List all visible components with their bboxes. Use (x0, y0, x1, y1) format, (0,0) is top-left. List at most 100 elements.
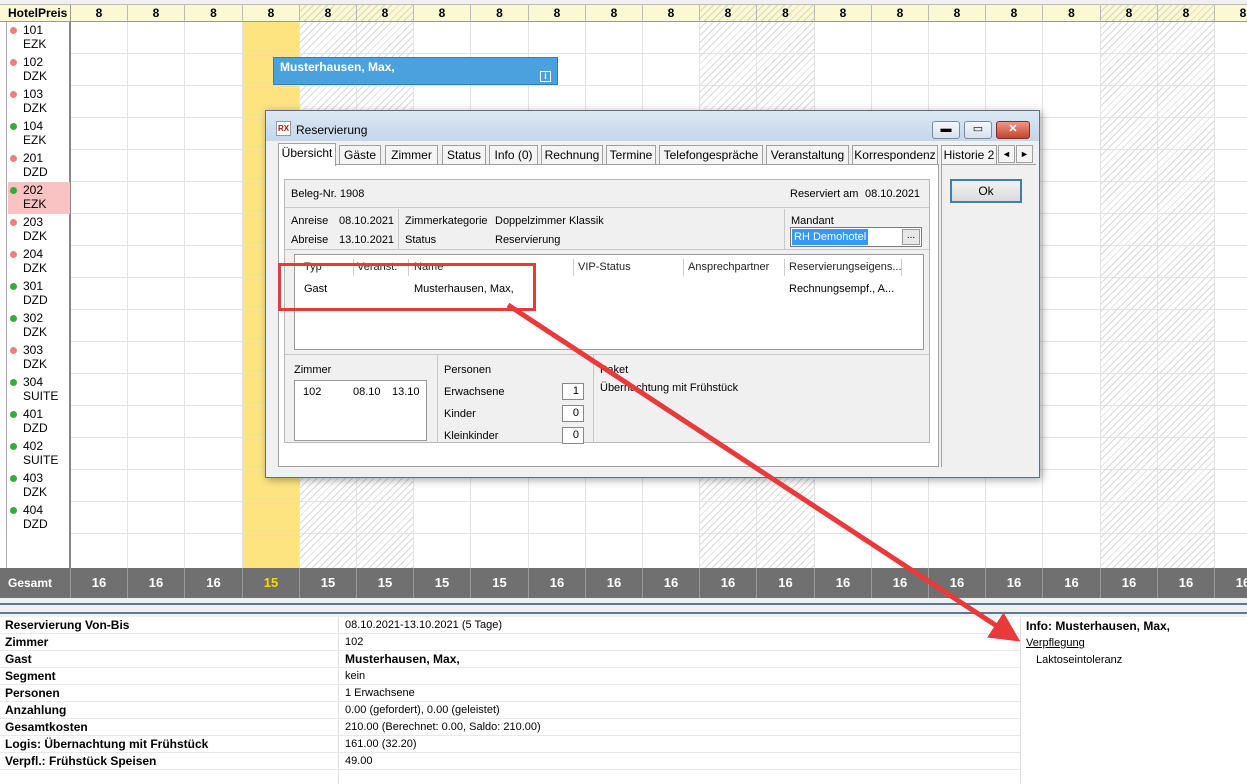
info-icon[interactable]: i (540, 71, 551, 82)
hotel-price-header: HotelPreis (0, 5, 71, 22)
tab-veranstaltung[interactable]: Veranstaltung (766, 145, 849, 165)
tab-uebersicht[interactable]: Übersicht (278, 143, 336, 166)
mandant-browse-button[interactable]: ... (902, 229, 920, 245)
total-cell: 16 (757, 568, 815, 598)
tab-info[interactable]: Info (0) (489, 145, 538, 165)
total-cell: 16 (1158, 568, 1215, 598)
total-cell: 16 (986, 568, 1043, 598)
day-column[interactable] (71, 22, 128, 568)
room-number: 201 (23, 151, 44, 165)
room-row-401[interactable]: 401 DZD (8, 406, 70, 438)
info-value: 49.00 (345, 755, 373, 767)
room-number: 103 (23, 87, 44, 101)
info-label: Reservierung Von-Bis (5, 618, 130, 632)
room-row-402[interactable]: 402 SUITE (8, 438, 70, 470)
room-category: DZK (23, 69, 47, 83)
col-sep (683, 259, 684, 276)
minimize-button[interactable]: ▬ (932, 121, 960, 139)
status-label: Status (405, 234, 437, 246)
tab-scroll-right-icon[interactable]: ► (1016, 145, 1033, 163)
close-button[interactable]: ✕ (996, 121, 1030, 139)
ok-button[interactable]: Ok (950, 179, 1022, 203)
room-row-403[interactable]: 403 DZK (8, 470, 70, 502)
col-ansprechpartner[interactable]: Ansprechpartner (688, 261, 769, 273)
zimmer-list[interactable]: 102 08.10 13.10 (294, 380, 427, 441)
room-row-202[interactable]: 202 EZK (8, 182, 70, 214)
price-header-cell: 8 (986, 5, 1043, 22)
tab-historie[interactable]: Historie 2 (941, 145, 997, 165)
anreise-value: 08.10.2021 (339, 215, 395, 227)
room-row-201[interactable]: 201 DZD (8, 150, 70, 182)
room-category: EZK (23, 37, 47, 51)
dialog-title: Reservierung (296, 123, 368, 137)
zimmer-room: 102 (303, 386, 322, 398)
price-header-cell: 8 (71, 5, 128, 22)
tab-status[interactable]: Status (442, 145, 486, 165)
room-number: 204 (23, 247, 44, 261)
room-row-104[interactable]: 104 EZK (8, 118, 70, 150)
room-row-304[interactable]: 304 SUITE (8, 374, 70, 406)
panel-splitter[interactable] (0, 603, 1247, 617)
tab-rechnung[interactable]: Rechnung (541, 145, 603, 165)
dialog-titlebar[interactable]: RX Reservierung ▬ ▭ ✕ (266, 111, 1039, 141)
tab-korrespondenz[interactable]: Korrespondenz (852, 145, 938, 165)
guest-eigenschaften: Rechnungsempf., A... (789, 283, 895, 295)
room-row-103[interactable]: 103 DZK (8, 86, 70, 118)
room-row-102[interactable]: 102 DZK (8, 54, 70, 86)
zimmer-to: 13.10 (392, 386, 420, 398)
info-value: 0.00 (gefordert), 0.00 (geleistet) (345, 704, 500, 716)
status-dot-icon (10, 27, 17, 34)
zimmerkategorie-value: Doppelzimmer Klassik (495, 215, 604, 227)
room-row-404[interactable]: 404 DZD (8, 502, 70, 534)
total-cell: 16 (815, 568, 872, 598)
total-cell: 16 (700, 568, 757, 598)
status-dot-icon (10, 91, 17, 98)
mandant-input[interactable]: RH Demohotel ... (790, 227, 922, 247)
day-column[interactable] (185, 22, 243, 568)
maximize-button[interactable]: ▭ (964, 121, 992, 139)
col-vip-status[interactable]: VIP-Status (578, 261, 631, 273)
reservation-bar[interactable]: Musterhausen, Max, i (273, 57, 558, 85)
day-column[interactable] (1215, 22, 1247, 568)
app-icon: RX (276, 121, 291, 136)
room-row-203[interactable]: 203 DZK (8, 214, 70, 246)
kinder-input[interactable]: 0 (562, 405, 584, 422)
tab-scroll-left-icon[interactable]: ◄ (998, 145, 1015, 163)
room-row-302[interactable]: 302 DZK (8, 310, 70, 342)
room-row-301[interactable]: 301 DZD (8, 278, 70, 310)
room-category: SUITE (23, 453, 59, 467)
total-cell: 16 (1215, 568, 1247, 598)
price-header-cell: 8 (128, 5, 185, 22)
day-column[interactable] (128, 22, 185, 568)
price-header-cell: 8 (815, 5, 872, 22)
info-value: 210.00 (Berechnet: 0.00, Saldo: 210.00) (345, 721, 541, 733)
room-row-303[interactable]: 303 DZK (8, 342, 70, 374)
price-header-cell: 8 (700, 5, 757, 22)
kleinkinder-label: Kleinkinder (444, 430, 499, 442)
day-column[interactable] (1043, 22, 1101, 568)
kleinkinder-input[interactable]: 0 (562, 427, 584, 444)
info-value: 161.00 (32.20) (345, 738, 417, 750)
room-number: 202 (23, 183, 44, 197)
info-value: 1 Erwachsene (345, 687, 415, 699)
status-dot-icon (10, 123, 17, 130)
day-column[interactable] (1101, 22, 1158, 568)
room-row-101[interactable]: 101 EZK (8, 22, 70, 54)
day-column[interactable] (1158, 22, 1215, 568)
tab-zimmer[interactable]: Zimmer (385, 145, 438, 165)
col-reservierungseigenschaften[interactable]: Reservierungseigens... (789, 261, 902, 273)
status-dot-icon (10, 411, 17, 418)
room-row-204[interactable]: 204 DZK (8, 246, 70, 278)
room-number: 101 (23, 23, 44, 37)
kinder-label: Kinder (444, 408, 476, 420)
annotation-box (278, 263, 536, 311)
tab-telefongespraeche[interactable]: Telefongespräche (659, 145, 763, 165)
erwachsene-input[interactable]: 1 (562, 383, 584, 400)
personen-divider (593, 355, 594, 443)
total-cell: 16 (529, 568, 586, 598)
verpflegung-link[interactable]: Verpflegung (1026, 637, 1085, 649)
total-cell: 16 (1101, 568, 1158, 598)
room-number: 102 (23, 55, 44, 69)
tab-termine[interactable]: Termine (606, 145, 656, 165)
tab-gaeste[interactable]: Gäste (339, 145, 381, 165)
